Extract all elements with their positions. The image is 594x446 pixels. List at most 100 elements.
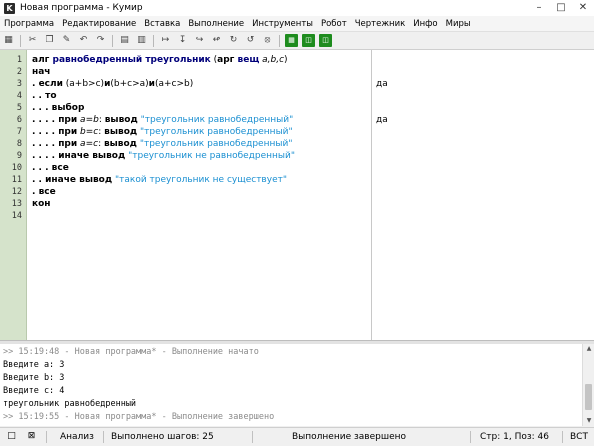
code-area[interactable]: алг равнобедренный треугольник (арг вещ … — [32, 50, 370, 340]
save-icon[interactable]: ▦ — [2, 34, 15, 47]
menu-run[interactable]: Выполнение — [184, 19, 248, 29]
code-token: . . . . — [32, 127, 59, 137]
menu-tools[interactable]: Инструменты — [248, 19, 317, 29]
code-line[interactable]: . . то — [32, 90, 57, 102]
menu-bar: Программа Редактирование Вставка Выполне… — [0, 16, 594, 32]
code-token: (a+c>b) — [154, 79, 194, 89]
code-editor[interactable]: 1 2 3 4 5 6 7 8 9 10 11 12 13 14 алг равнобедренный т… — [0, 50, 594, 340]
menu-drawer[interactable]: Чертежник — [351, 19, 410, 29]
code-token: алг — [32, 55, 53, 65]
console-log-line: >> 15:19:48 - Новая программа* - Выполне… — [3, 347, 259, 357]
step-into-icon[interactable]: ↪ — [193, 34, 206, 47]
window-controls: – □ ✕ — [528, 0, 594, 16]
menu-program[interactable]: Программа — [0, 19, 58, 29]
line-number: 3 — [16, 79, 22, 89]
console-output-line: Введите a: 3 — [3, 360, 65, 370]
line-number: 6 — [16, 115, 22, 125]
code-line[interactable]: . . иначе вывод "такой треугольник не су… — [32, 174, 287, 186]
line-number: 5 — [16, 103, 22, 113]
copy-icon[interactable]: ❐ — [43, 34, 56, 47]
line-number: 4 — [16, 91, 22, 101]
menu-edit[interactable]: Редактирование — [58, 19, 140, 29]
margin-value: да — [376, 115, 388, 125]
code-token: a=c — [77, 139, 99, 149]
step-out-icon[interactable]: ↫ — [210, 34, 223, 47]
minimize-icon[interactable]: – — [528, 0, 550, 16]
scroll-up-icon[interactable]: ▲ — [583, 344, 594, 354]
panel-layout-icon[interactable]: ◫ — [302, 34, 315, 47]
status-position: Стр: 1, Поз: 46 — [480, 432, 549, 442]
code-token: a,b,c — [259, 55, 285, 65]
code-token: "треугольник равнобедренный" — [140, 127, 293, 137]
code-line[interactable]: . . . все — [32, 162, 69, 174]
code-token: арг — [217, 55, 238, 65]
redo-icon[interactable]: ↷ — [94, 34, 107, 47]
line-number: 12 — [11, 187, 22, 197]
console-scrollbar[interactable]: ▲ ▼ — [582, 344, 594, 426]
kumir-app-icon: K — [4, 2, 15, 14]
pause-icon[interactable]: ↺ — [244, 34, 257, 47]
console-output-line: Введите b: 3 — [3, 373, 65, 383]
console-output-line: треугольник равнобедренный — [3, 399, 137, 409]
code-token: . . . . — [32, 115, 59, 125]
toolbar-separator — [153, 34, 154, 47]
code-token: кон — [32, 199, 51, 209]
paste-icon[interactable]: ✎ — [60, 34, 73, 47]
comment-icon[interactable]: ▤ — [118, 34, 131, 47]
toolbar-separator — [20, 34, 21, 47]
code-line[interactable]: кон — [32, 198, 51, 210]
code-token: b=c — [77, 127, 99, 137]
code-line[interactable]: . . . выбор — [32, 102, 84, 114]
code-token: . . . . — [32, 139, 59, 149]
close-icon[interactable]: ✕ — [572, 0, 594, 16]
code-line[interactable]: . . . . при b=c: вывод "треугольник равн… — [32, 126, 293, 138]
step-over-icon[interactable]: ↧ — [176, 34, 189, 47]
menu-info[interactable]: Инфо — [409, 19, 441, 29]
document-icon[interactable]: □ — [6, 431, 17, 442]
code-line[interactable]: . . . . при a=b: вывод "треугольник равн… — [32, 114, 293, 126]
code-token: . . — [32, 91, 46, 101]
code-line[interactable]: алг равнобедренный треугольник (арг вещ … — [32, 54, 288, 66]
code-token: . . . — [32, 163, 52, 173]
code-token: вывод — [103, 139, 137, 149]
code-token: иначе вывод — [45, 175, 113, 185]
code-token: вывод — [104, 127, 138, 137]
code-token: . . . — [32, 103, 52, 113]
line-number: 14 — [11, 211, 22, 221]
uncomment-icon[interactable]: ▥ — [135, 34, 148, 47]
step-icon[interactable]: ↻ — [227, 34, 240, 47]
undo-icon[interactable]: ↶ — [77, 34, 90, 47]
code-token: то — [45, 91, 57, 101]
line-number: 10 — [11, 163, 22, 173]
status-steps: Выполнено шагов: 25 — [111, 432, 214, 442]
code-line[interactable]: . . . . при a=c: вывод "треугольник равн… — [32, 138, 292, 150]
scroll-thumb[interactable] — [585, 384, 592, 410]
console-output-line: Введите c: 4 — [3, 386, 65, 396]
code-token: "треугольник равнобедренный" — [140, 115, 294, 125]
split-layout-icon[interactable]: ◫ — [319, 34, 332, 47]
code-line[interactable]: . если (a+b>c)и(b+c>a)и(a+c>b) — [32, 78, 193, 90]
menu-robot[interactable]: Робот — [317, 19, 351, 29]
run-icon[interactable]: ↦ — [159, 34, 172, 47]
maximize-icon[interactable]: □ — [550, 0, 572, 16]
code-token: выбор — [51, 103, 85, 113]
menu-insert[interactable]: Вставка — [140, 19, 184, 29]
code-line[interactable]: нач — [32, 66, 50, 78]
output-console[interactable]: >> 15:19:48 - Новая программа* - Выполне… — [0, 344, 582, 426]
code-line[interactable]: . . . . иначе вывод "треугольник не равн… — [32, 150, 295, 162]
code-token: при — [58, 139, 78, 149]
cut-icon[interactable]: ✂ — [26, 34, 39, 47]
code-line[interactable]: . все — [32, 186, 56, 198]
stop-icon[interactable]: ⦻ — [261, 34, 274, 47]
line-number: 9 — [16, 151, 22, 161]
line-number: 11 — [11, 175, 22, 185]
grid-layout-icon[interactable]: ▦ — [285, 34, 298, 47]
close-tab-icon[interactable]: ⊠ — [26, 431, 37, 442]
title-bar: K Новая программа - Кумир – □ ✕ — [0, 0, 594, 17]
code-token: если — [38, 79, 63, 89]
line-number-gutter: 1 2 3 4 5 6 7 8 9 10 11 12 13 14 — [0, 50, 27, 340]
menu-worlds[interactable]: Миры — [442, 19, 475, 29]
scroll-down-icon[interactable]: ▼ — [583, 416, 594, 426]
toolbar-separator — [112, 34, 113, 47]
status-bar: □ ⊠ Анализ Выполнено шагов: 25 Выполнени… — [0, 427, 594, 446]
